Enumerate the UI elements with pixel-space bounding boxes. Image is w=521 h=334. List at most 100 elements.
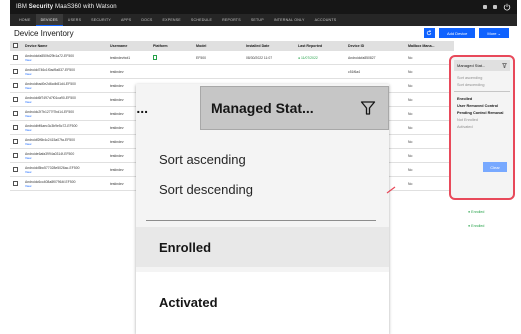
table-row[interactable]: Androidcfa850fd29b1a72-EF500 View testinde… [10, 51, 454, 65]
sort-descending-option[interactable]: Sort descending [454, 81, 510, 88]
installed-date-cell: 08/30/2022 11:07 [246, 55, 273, 60]
device-name-cell: Androidd6f7497d7f01ca90-EF500 View [22, 96, 107, 104]
row-select-cell [10, 138, 22, 145]
row-checkbox[interactable] [13, 138, 18, 144]
row-select-cell [10, 82, 22, 89]
row-checkbox[interactable] [13, 82, 18, 88]
nav-item-home[interactable]: HOME [14, 14, 36, 26]
nav-item-reports[interactable]: REPORTS [217, 14, 246, 26]
more-button[interactable]: More ⌄ [479, 28, 509, 38]
filter-option-pending-control-removal[interactable]: Pending Control Removal [454, 109, 510, 116]
view-link[interactable]: View [25, 128, 104, 132]
zoom-pointer-icon [386, 186, 396, 194]
view-link[interactable]: View [25, 114, 104, 118]
brand-title: IBM Security MaaS360 with Watson [16, 4, 117, 10]
sort-ascending-option[interactable]: Sort ascending [454, 74, 510, 81]
status-text: Enrolled [471, 210, 485, 214]
user-icon[interactable] [483, 5, 487, 9]
row-select-cell [10, 166, 22, 173]
add-device-button[interactable]: Add Device [438, 28, 476, 38]
refresh-icon [427, 30, 432, 36]
status-cell: ● Enrolled [468, 224, 485, 228]
nav-item-security[interactable]: SECURITY [86, 14, 116, 26]
row-checkbox[interactable] [13, 110, 18, 116]
view-link[interactable]: View [25, 100, 104, 104]
nav-item-schedule[interactable]: SCHEDULE [186, 14, 217, 26]
nav-item-docs[interactable]: DOCS [136, 14, 157, 26]
view-link[interactable]: View [25, 184, 104, 188]
managed-status-filter-dropdown: Managed Stat... Sort ascending Sort desc… [449, 55, 515, 200]
view-link[interactable]: View [25, 86, 104, 90]
nav-item-accounts[interactable]: ACCOUNTS [310, 14, 342, 26]
mailbox-cell: No [408, 83, 413, 88]
row-checkbox[interactable] [13, 124, 18, 130]
divider [146, 220, 376, 221]
select-all-checkbox[interactable] [13, 43, 18, 48]
mailbox-cell: No [408, 125, 413, 130]
zoom-filter-option-enrolled[interactable]: Enrolled [159, 240, 211, 255]
nav-item-expense[interactable]: EXPENSE [158, 14, 186, 26]
filter-option-enrolled[interactable]: Enrolled [454, 95, 510, 102]
filter-option-activated[interactable]: Activated [454, 123, 510, 130]
filter-option-user-removed-control[interactable]: User Removed Control [454, 102, 510, 109]
filter-icon[interactable] [360, 100, 376, 116]
row-checkbox[interactable] [13, 166, 18, 172]
column-header[interactable]: Device Name [22, 44, 107, 48]
filter-icon[interactable] [502, 63, 507, 68]
mailbox-cell: No [408, 111, 413, 116]
device-id-cell: Androidcfa850827 [348, 55, 376, 60]
column-header[interactable]: Last Reported [295, 44, 345, 48]
refresh-button[interactable] [423, 28, 435, 38]
nav-item-setup[interactable]: SETUP [246, 14, 269, 26]
nav-item-users[interactable]: USERS [63, 14, 86, 26]
table-row[interactable]: Androidd746c1f0ad9a837-EF500 View testinde… [10, 65, 454, 79]
nav-item-devices[interactable]: DEVICES [35, 14, 63, 26]
row-checkbox[interactable] [13, 96, 18, 102]
platform-cell [150, 54, 193, 61]
status-text: Enrolled [471, 224, 485, 228]
android-icon [153, 54, 157, 60]
device-name: Androidd746c1f0ad9a837-EF500 [25, 67, 75, 72]
view-link[interactable]: View [25, 142, 104, 146]
zoom-sort-ascending-option[interactable]: Sort ascending [159, 152, 246, 167]
zoom-filter-option-activated[interactable]: Activated [159, 295, 218, 310]
clear-button[interactable]: Clear [483, 162, 507, 172]
view-link[interactable]: View [25, 72, 104, 76]
column-header[interactable]: Device ID [345, 44, 405, 48]
device-name-cell: Androidc2f7b1277f7bd14-EF500 View [22, 110, 107, 118]
zoom-column-header[interactable]: Managed Stat... [200, 86, 389, 130]
nav-item-apps[interactable]: APPS [116, 14, 136, 26]
column-header[interactable]: Platform [150, 44, 193, 48]
device-name-cell: Androide6afa3994a0314f-EF500 View [22, 152, 107, 160]
power-icon[interactable] [503, 3, 511, 11]
nav-item-internal-only[interactable]: INTERNAL ONLY [269, 14, 310, 26]
help-icon[interactable] [493, 5, 497, 9]
divider [454, 91, 510, 92]
device-name: Androide6afa3994a0314f-EF500 [25, 151, 75, 156]
managed-status-column-header[interactable]: Managed Stat... [454, 60, 510, 71]
header-actions: Add Device More ⌄ [423, 28, 509, 38]
device-name: Androidbff4aec3c3b9e5c72-EF500 [25, 123, 78, 128]
column-header[interactable]: Model [193, 44, 243, 48]
view-link[interactable]: View [25, 58, 104, 62]
view-link[interactable]: View [25, 170, 104, 174]
device-name: Androidd6f7497d7f01ca90-EF500 [25, 95, 76, 100]
managed-status-dropdown-zoom: ... Managed Stat... Sort ascending Sort … [136, 84, 389, 334]
brand-prefix: IBM [16, 4, 29, 10]
row-select-cell [10, 110, 22, 117]
zoom-header-title: Managed Stat... [211, 100, 314, 116]
page-title: Device Inventory [14, 29, 74, 38]
column-header[interactable]: Username [107, 44, 150, 48]
row-checkbox[interactable] [13, 54, 18, 60]
column-header[interactable]: Mailbox Mana... [405, 44, 445, 48]
filter-option-not-enrolled[interactable]: Not Enrolled [454, 116, 510, 123]
row-checkbox[interactable] [13, 180, 18, 186]
row-checkbox[interactable] [13, 152, 18, 158]
username-cell: testindevbot1 [110, 55, 131, 60]
column-header[interactable]: Installed Date [243, 44, 295, 48]
row-checkbox[interactable] [13, 68, 18, 74]
view-link[interactable]: View [25, 156, 104, 160]
device-name-cell: Androidbad0e2d6cdb81d4-EF500 View [22, 82, 107, 90]
last-reported-cell: ● 11/07/2022 [298, 55, 318, 60]
zoom-sort-descending-option[interactable]: Sort descending [159, 182, 253, 197]
